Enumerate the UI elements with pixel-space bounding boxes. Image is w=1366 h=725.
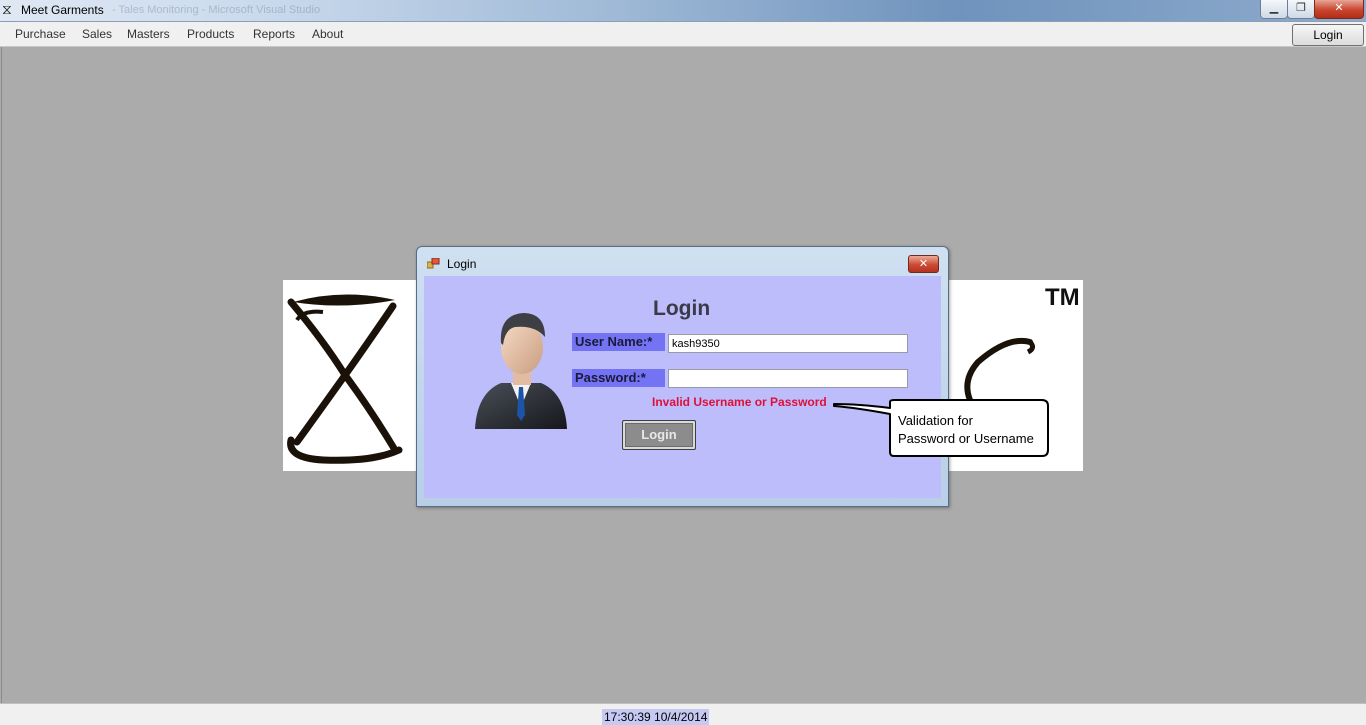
toolbar-login-button[interactable]: Login: [1292, 24, 1364, 46]
windows-form-icon: [427, 258, 440, 269]
menu-products[interactable]: Products: [187, 27, 234, 41]
password-label: Password:*: [572, 369, 665, 387]
username-label: User Name:*: [572, 333, 665, 351]
restore-button[interactable]: ❐: [1287, 0, 1315, 19]
hourglass-icon: ⧖: [2, 2, 12, 18]
dialog-close-button[interactable]: ✕: [908, 255, 939, 273]
password-input[interactable]: [668, 369, 908, 388]
businessman-avatar-icon: [475, 313, 567, 429]
menu-sales[interactable]: Sales: [82, 27, 112, 41]
dialog-body: Login User Name:* Password:* Invalid Use…: [424, 276, 941, 498]
callout-text: Validation for Password or Username: [898, 412, 1048, 448]
menu-about[interactable]: About: [312, 27, 343, 41]
window-titlebar: ⧖ Meet Garments - Tales Monitoring - Mic…: [0, 0, 1366, 22]
username-input[interactable]: [668, 334, 908, 353]
logo-hourglass-mark: [287, 294, 403, 464]
login-heading: Login: [653, 297, 711, 320]
validation-error-message: Invalid Username or Password: [652, 395, 827, 409]
background-window-title: - Tales Monitoring - Microsoft Visual St…: [112, 4, 321, 16]
trademark-label: TM: [1045, 284, 1080, 311]
close-window-button[interactable]: ✕: [1314, 0, 1364, 19]
login-dialog: Login ✕ Login User Name:* Password:* Inv: [416, 246, 949, 507]
status-bar: 17:30:39 10/4/2014: [0, 703, 1366, 725]
app-title: Meet Garments: [21, 3, 104, 17]
callout-line-2: Password or Username: [898, 431, 1034, 446]
dialog-title: Login: [447, 257, 477, 271]
minimize-button[interactable]: ▁: [1260, 0, 1288, 19]
status-datetime: 17:30:39 10/4/2014: [602, 709, 710, 725]
menu-purchase[interactable]: Purchase: [15, 27, 66, 41]
login-submit-button[interactable]: Login: [622, 420, 696, 450]
menu-bar: Purchase Sales Masters Products Reports …: [0, 22, 1366, 47]
menu-masters[interactable]: Masters: [127, 27, 170, 41]
callout-line-1: Validation for: [898, 413, 973, 428]
menu-reports[interactable]: Reports: [253, 27, 295, 41]
